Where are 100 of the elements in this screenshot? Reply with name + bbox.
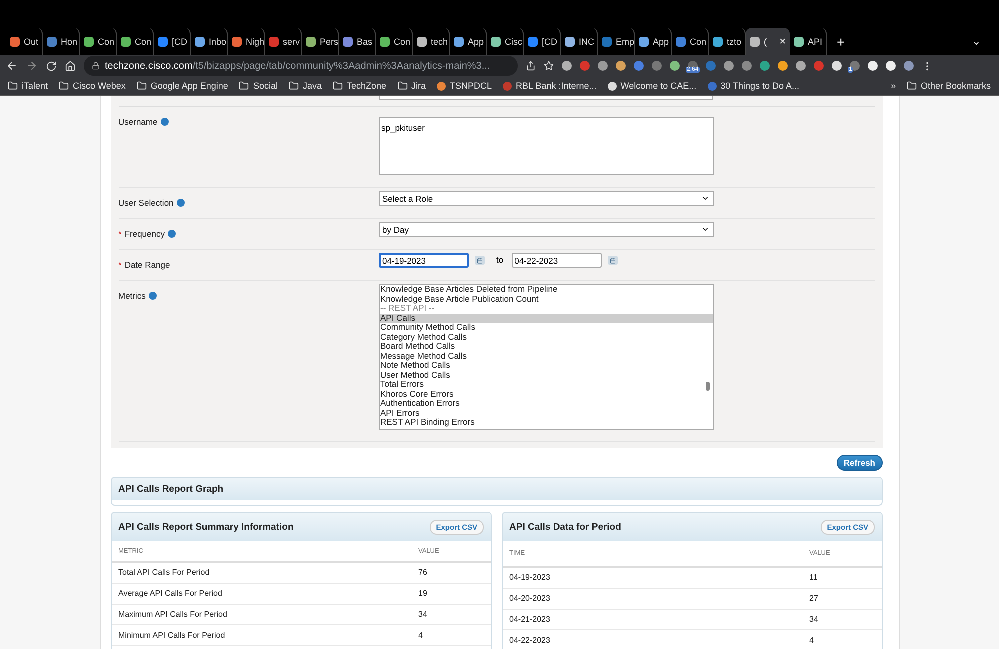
more-bookmarks-button[interactable]: » xyxy=(890,81,896,91)
extension-icon[interactable] xyxy=(724,61,734,71)
lock-icon xyxy=(92,62,100,70)
table-cell-text: 04-20-2023 xyxy=(510,594,552,604)
list-option[interactable]: REST API Binding Errors xyxy=(380,418,712,428)
bookmark-item[interactable]: Java xyxy=(288,81,322,91)
list-option[interactable]: Knowledge Base Articles Deleted from Pipeline xyxy=(380,285,712,294)
field-label: Frequency xyxy=(124,229,165,239)
back-icon[interactable] xyxy=(6,60,18,72)
extension-icon[interactable] xyxy=(904,61,914,71)
list-option[interactable]: Community Method Calls xyxy=(380,323,712,332)
bookmark-star-icon[interactable] xyxy=(544,61,554,71)
metrics-listbox[interactable] xyxy=(378,284,714,430)
field-label: Date Range xyxy=(124,260,170,270)
info-icon[interactable] xyxy=(148,292,157,300)
text-field[interactable] xyxy=(378,96,712,100)
table-cell-text: 34 xyxy=(810,614,820,624)
info-icon[interactable] xyxy=(176,199,185,207)
scrollbar-thumb[interactable] xyxy=(706,382,710,391)
calendar-icon[interactable] xyxy=(474,256,484,265)
folder-icon xyxy=(906,81,917,91)
panel-title: API Calls Report Graph xyxy=(118,484,224,494)
calendar-icon[interactable] xyxy=(608,256,618,265)
info-icon[interactable] xyxy=(168,230,176,238)
new-tab-button[interactable]: + xyxy=(827,34,856,50)
list-option[interactable]: Khoros Core Errors xyxy=(380,390,712,399)
extension-icon[interactable] xyxy=(778,61,788,71)
folder-icon xyxy=(398,81,408,91)
bookmark-item[interactable]: iTalent xyxy=(8,81,48,91)
info-icon[interactable] xyxy=(160,118,169,126)
folder-icon xyxy=(239,81,250,91)
list-option[interactable]: Note Method Calls xyxy=(380,361,712,370)
list-option[interactable]: Knowledge Base Article Publication Count xyxy=(380,294,712,304)
bookmark-item[interactable]: Welcome to CAE... xyxy=(608,81,697,91)
table-cell-text: 4 xyxy=(810,636,815,645)
extension-icon[interactable] xyxy=(868,61,878,71)
bookmark-item[interactable]: Jira xyxy=(398,81,426,91)
extension-icon[interactable] xyxy=(616,61,626,71)
table-cell-text: Maximum API Calls For Period xyxy=(118,610,228,619)
list-option[interactable]: Authentication Errors xyxy=(380,399,712,408)
bookmark-item[interactable]: Other Bookmarks xyxy=(906,81,991,91)
url-text: techzone.cisco.com/t5/bizapps/page/tab/community%3Aadmin%3Aanalytics-main%3... xyxy=(105,60,490,72)
bookmark-item[interactable]: Cisco Webex xyxy=(59,81,126,91)
forward-icon[interactable] xyxy=(26,60,38,72)
extension-icon[interactable] xyxy=(562,61,572,71)
bookmark-item[interactable]: Social xyxy=(239,81,278,91)
table-cell-text: 11 xyxy=(810,573,819,582)
panel-title: API Calls Report Summary Information xyxy=(118,522,294,532)
field-label: Metrics xyxy=(118,291,146,301)
table-cell-text: 04-19-2023 xyxy=(510,573,552,582)
table-cell-text: 4 xyxy=(418,630,424,640)
share-icon[interactable] xyxy=(526,61,536,71)
extension-icon[interactable] xyxy=(598,61,608,71)
dropdown-field[interactable]: by Day xyxy=(378,222,714,237)
tab-search-button[interactable]: ⌄ xyxy=(972,35,981,48)
dropdown-field[interactable]: Select a Role xyxy=(378,191,714,206)
date-field[interactable]: 04-19-2023 xyxy=(378,253,468,268)
address-bar[interactable]: techzone.cisco.com/t5/bizapps/page/tab/community%3Aadmin%3Aanalytics-main%3... xyxy=(84,56,518,76)
home-icon[interactable] xyxy=(65,60,76,72)
refresh-button[interactable]: Refresh xyxy=(836,455,882,471)
bookmark-item[interactable]: Google App Engine xyxy=(136,81,228,91)
date-field[interactable]: 04-22-2023 xyxy=(512,253,602,268)
browser-tab[interactable]: ( × xyxy=(746,28,790,55)
list-option[interactable]: API Calls xyxy=(380,314,712,323)
bookmark-item[interactable]: TSNPDCL xyxy=(437,81,492,91)
bookmark-item[interactable]: TechZone xyxy=(332,81,387,91)
folder-icon xyxy=(136,81,147,91)
chevron-icon xyxy=(700,225,710,234)
table-cell-text: 34 xyxy=(418,610,428,619)
list-option[interactable]: Total Errors xyxy=(380,380,712,390)
panel-title: API Calls Data for Period xyxy=(510,522,622,532)
option-group-label: -- REST API -- xyxy=(380,304,436,314)
list-option[interactable]: Category Method Calls xyxy=(380,332,712,342)
list-option[interactable]: Message Method Calls xyxy=(380,352,712,361)
extension-icon[interactable] xyxy=(886,61,896,71)
close-tab-button[interactable]: × xyxy=(780,36,786,48)
table-cell-text: 19 xyxy=(418,589,428,598)
reload-icon[interactable] xyxy=(46,60,57,72)
folder-icon xyxy=(332,81,343,91)
folder-icon xyxy=(59,81,70,91)
field-label: User Selection xyxy=(118,198,174,208)
field-label: Username xyxy=(118,117,158,127)
table-cell-text: 27 xyxy=(810,594,820,604)
list-option[interactable]: Board Method Calls xyxy=(380,342,712,352)
range-separator: to xyxy=(496,255,504,267)
folder-icon xyxy=(288,81,299,91)
bookmark-item[interactable]: RBL Bank :Interne... xyxy=(503,81,597,91)
bookmark-item[interactable]: 30 Things to Do A... xyxy=(708,81,800,91)
folder-icon xyxy=(8,81,18,91)
extension-icon[interactable] xyxy=(796,61,806,71)
list-option[interactable]: API Errors xyxy=(380,408,712,418)
username-field[interactable]: sp_pkituser xyxy=(378,117,714,175)
table-cell-text: Total API Calls For Period xyxy=(118,568,211,578)
extension-icon[interactable] xyxy=(670,61,680,71)
list-option[interactable]: User Method Calls xyxy=(380,370,712,380)
extension-icon[interactable] xyxy=(832,61,842,71)
chevron-icon xyxy=(700,194,710,203)
table-cell-text: Average API Calls For Period xyxy=(118,589,224,598)
table-cell-text: 04-22-2023 xyxy=(510,636,552,645)
table-cell-text: 76 xyxy=(418,568,428,578)
